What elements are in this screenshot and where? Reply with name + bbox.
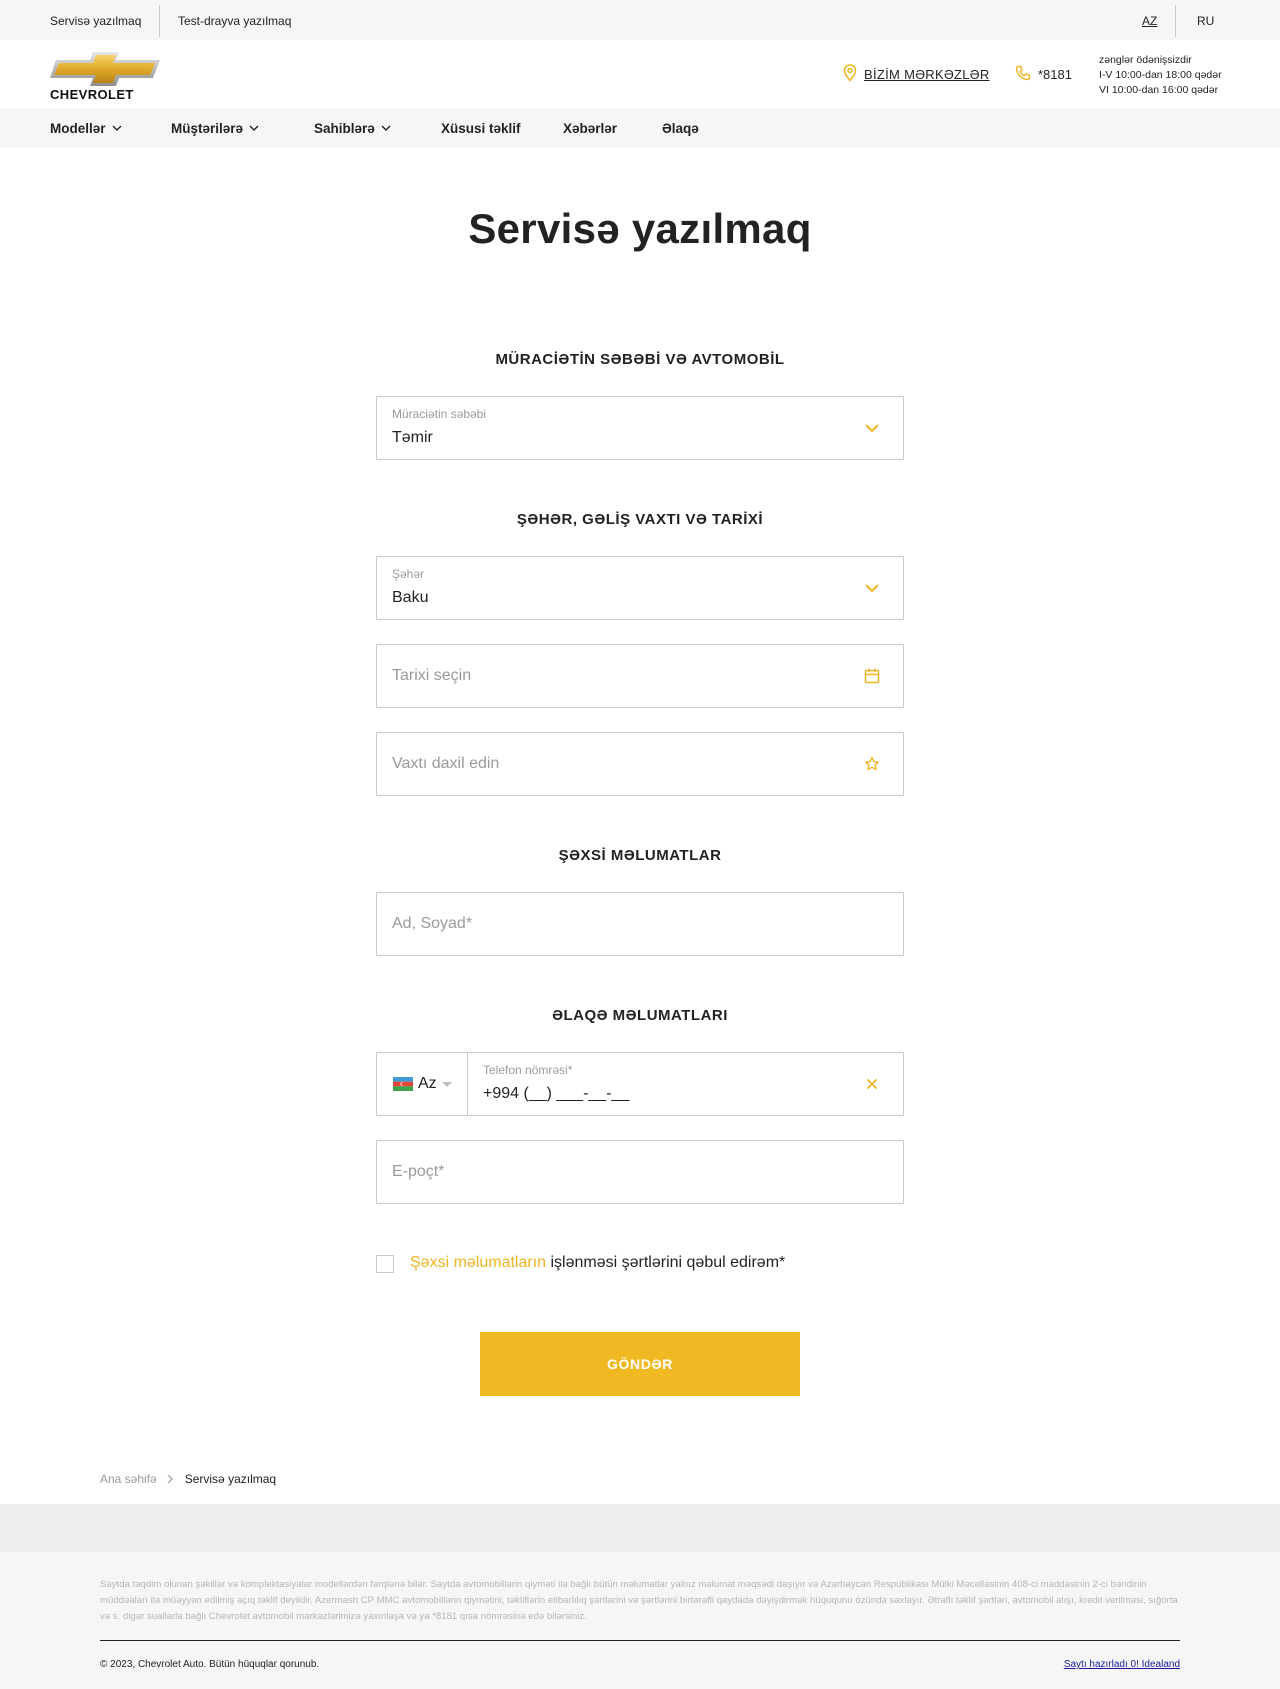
footer-disclaimer: Saytda təqdim olunan şəkillər və komplek… — [100, 1579, 1178, 1622]
name-placeholder: Ad, Soyad* — [392, 915, 473, 932]
country-code-label: Az — [418, 1075, 437, 1092]
phone-label: Telefon nömrəsi* — [483, 1063, 573, 1077]
hours-saturday: VI 10:00-dan 16:00 qədər — [1099, 84, 1219, 96]
email-placeholder: E-poçt* — [392, 1163, 445, 1180]
hours-weekdays: I-V 10:00-dan 18:00 qədər — [1099, 69, 1222, 81]
working-hours: zənglər ödənişsizdir I-V 10:00-dan 18:00… — [1099, 53, 1222, 98]
email-input[interactable]: E-poçt* — [376, 1140, 904, 1204]
chevron-right-icon — [167, 1474, 173, 1484]
section-heading-contact: ƏLAQƏ MƏLUMATLARI — [552, 1007, 728, 1024]
chevron-down-icon — [112, 125, 122, 132]
time-input[interactable]: Vaxtı daxil edin — [376, 732, 904, 796]
top-link-service[interactable]: Servisə yazılmaq — [50, 0, 141, 40]
consent-label: işlənməsi şərtlərini qəbul edirəm* — [546, 1254, 786, 1271]
footer-developer-link[interactable]: Saytı hazırladı 0! Idealand — [1064, 1659, 1180, 1670]
footer-band — [0, 1504, 1280, 1552]
our-centers-label: BİZİM MƏRKƏZLƏR — [864, 67, 990, 82]
azerbaijan-flag-icon — [393, 1077, 413, 1091]
divider — [1175, 5, 1176, 37]
caret-down-icon — [442, 1082, 452, 1087]
date-placeholder: Tarixi seçin — [392, 667, 472, 684]
section-heading-reason: MÜRACİƏTİN SƏBƏBİ VƏ AVTOMOBİL — [495, 351, 785, 368]
footer-copyright: © 2023, Chevrolet Auto. Bütün hüquqlar q… — [100, 1659, 320, 1670]
nav-item-label: Müştərilərə — [171, 121, 244, 136]
lang-ru[interactable]: RU — [1197, 0, 1214, 40]
section-heading-personal: ŞƏXSİ MƏLUMATLAR — [558, 847, 722, 864]
footer-divider — [100, 1640, 1180, 1641]
nav-item-offer[interactable]: Xüsusi təklif — [441, 108, 521, 148]
hours-note: zənglər ödənişsizdir — [1099, 54, 1192, 66]
time-placeholder: Vaxtı daxil edin — [392, 755, 500, 772]
chevron-down-icon — [381, 125, 391, 132]
calendar-icon — [864, 668, 880, 684]
phone-field: Az Telefon nömrəsi* +994 (__) ___-__-__ — [376, 1052, 904, 1116]
phone-icon — [1015, 65, 1031, 81]
top-bar: Servisə yazılmaq Test-drayva yazılmaq AZ… — [0, 0, 1280, 40]
city-select[interactable]: Şəhər Baku — [376, 556, 904, 620]
chevron-down-icon — [249, 125, 259, 132]
location-pin-icon — [843, 64, 857, 82]
phone-input[interactable]: +994 (__) ___-__-__ — [483, 1085, 629, 1103]
chevron-down-icon — [865, 584, 879, 593]
divider — [159, 5, 160, 37]
nav-item-customers[interactable]: Müştərilərə — [171, 108, 259, 148]
consent-text: Şəxsi məlumatların işlənməsi şərtlərini … — [410, 1254, 785, 1272]
nav-item-label: Modellər — [50, 121, 106, 136]
section-heading-city: ŞƏHƏR, GƏLİŞ VAXTI VƏ TARİXİ — [516, 511, 764, 528]
brand-wordmark: CHEVROLET — [50, 87, 134, 102]
city-label: Şəhər — [392, 567, 425, 581]
nav-item-news[interactable]: Xəbərlər — [563, 108, 617, 148]
star-icon — [865, 756, 879, 771]
nav-item-owners[interactable]: Sahiblərə — [314, 108, 391, 148]
consent-checkbox[interactable] — [376, 1255, 394, 1273]
reason-value: Təmir — [392, 429, 433, 446]
name-input[interactable]: Ad, Soyad* — [376, 892, 904, 956]
reason-label: Müraciətin səbəbi — [392, 407, 487, 421]
date-picker[interactable]: Tarixi seçin — [376, 644, 904, 708]
phone-number: *8181 — [1038, 67, 1072, 82]
close-icon[interactable] — [863, 1075, 881, 1093]
consent-link[interactable]: Şəxsi məlumatların — [410, 1254, 546, 1271]
submit-button[interactable]: GÖNDƏR — [480, 1332, 800, 1396]
breadcrumb-current: Servisə yazılmaq — [184, 1472, 277, 1486]
page-title: Servisə yazılmaq — [468, 205, 812, 252]
nav-item-models[interactable]: Modellər — [50, 108, 122, 148]
lang-az[interactable]: AZ — [1142, 0, 1157, 40]
top-link-testdrive[interactable]: Test-drayva yazılmaq — [178, 0, 291, 40]
city-value: Baku — [392, 589, 429, 606]
nav-item-contact[interactable]: Əlaqə — [662, 108, 699, 148]
reason-select[interactable]: Müraciətin səbəbi Təmir — [376, 396, 904, 460]
breadcrumb: Ana səhifə Servisə yazılmaq — [100, 1472, 276, 1486]
nav-item-label: Sahiblərə — [314, 121, 375, 136]
header — [0, 40, 1280, 108]
breadcrumb-home[interactable]: Ana səhifə — [100, 1472, 157, 1486]
country-code-select[interactable]: Az — [377, 1053, 468, 1115]
main-nav: Modellər Müştərilərə Sahiblərə Xüsusi tə… — [0, 108, 1280, 148]
chevron-down-icon — [865, 424, 879, 433]
